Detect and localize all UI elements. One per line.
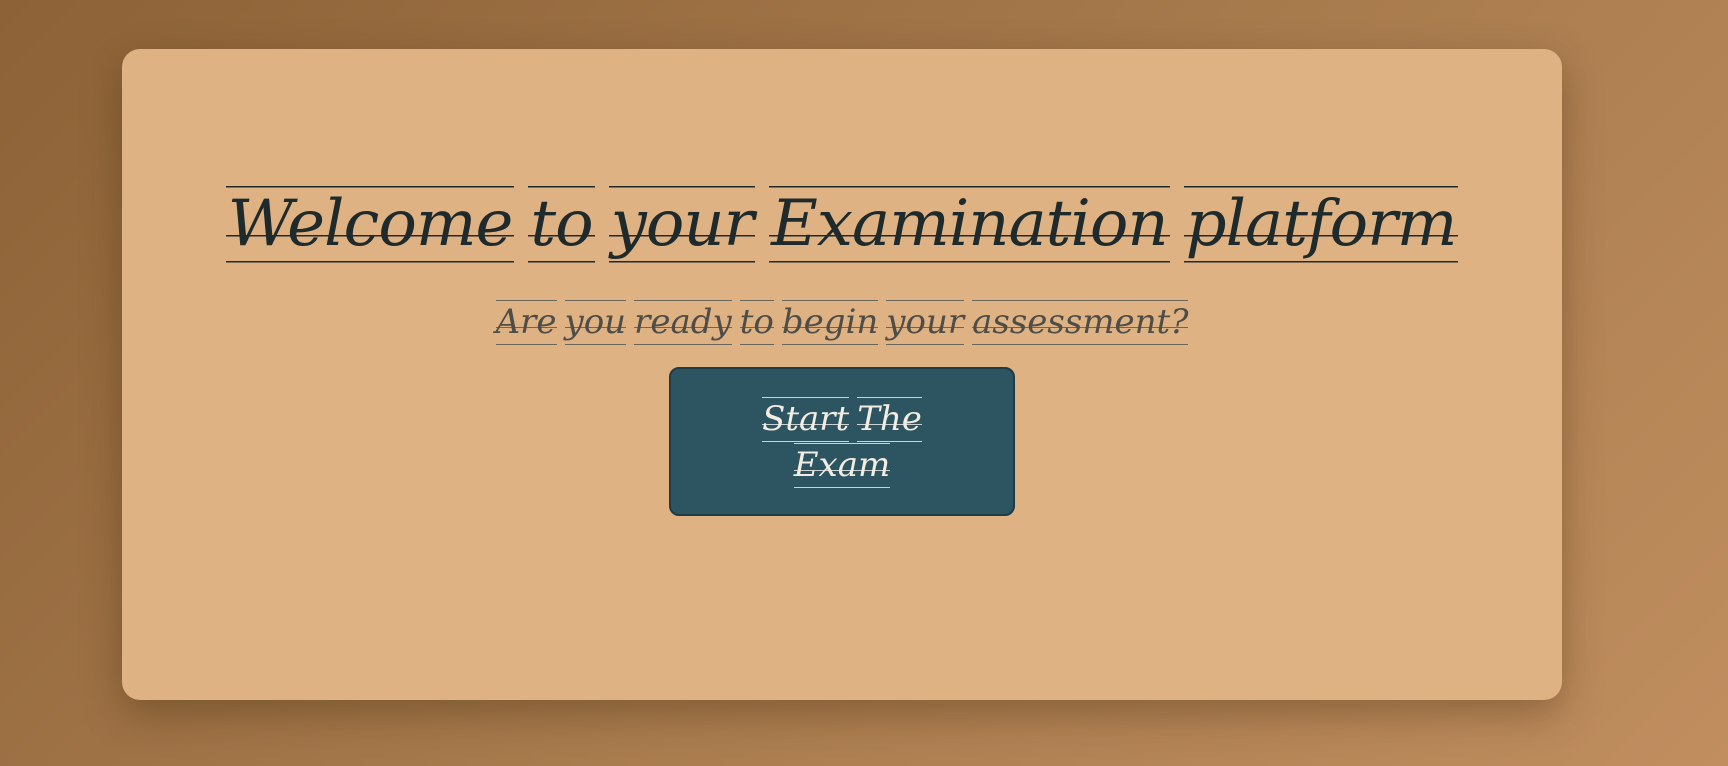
welcome-content: Welcome to your Examination platform Are… <box>122 49 1562 700</box>
title-word: platform <box>1185 185 1457 263</box>
title-word: Welcome <box>227 185 513 263</box>
start-exam-button[interactable]: Start The Exam <box>669 367 1015 516</box>
subtitle-word: to <box>739 299 774 345</box>
subtitle-word: Are <box>495 299 557 345</box>
welcome-card: Welcome to your Examination platform Are… <box>122 49 1562 700</box>
subtitle-word: begin <box>781 299 879 345</box>
page-subtitle: Are you ready to begin your assessment? <box>495 299 1189 345</box>
subtitle-word: assessment? <box>972 299 1189 345</box>
start-exam-button-label: Start The Exam <box>757 395 927 488</box>
title-word: your <box>610 185 754 263</box>
button-word: Exam <box>793 441 891 488</box>
title-word: to <box>530 185 594 263</box>
title-word: Examination <box>771 185 1169 263</box>
subtitle-word: your <box>886 299 965 345</box>
subtitle-word: ready <box>634 299 732 345</box>
subtitle-word: you <box>564 299 627 345</box>
button-word: Start <box>762 395 850 442</box>
page-title: Welcome to your Examination platform <box>226 185 1459 263</box>
button-word: The <box>857 395 922 442</box>
